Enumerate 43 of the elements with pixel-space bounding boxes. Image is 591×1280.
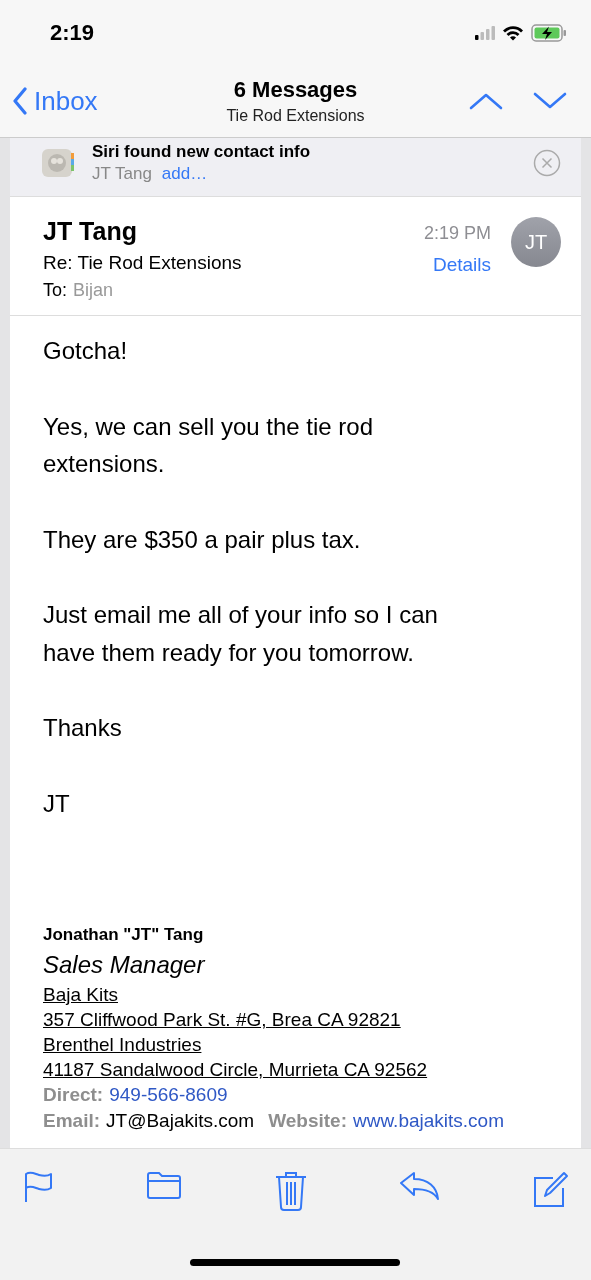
to-label: To: [43,280,67,301]
back-button[interactable]: Inbox [12,85,98,117]
recipient-name: Bijan [73,280,114,301]
address-line: 41187 Sandalwood Circle, Murrieta CA 92562 [43,1058,428,1082]
address-line: 357 Cliffwood Park St. #G, Brea CA 92821 [43,1008,401,1032]
banner-title: Siri found new contact info [92,142,312,162]
sender-name: JT Tang [43,217,138,246]
folder-icon[interactable] [147,1171,182,1199]
message-time: 2:19 PM [423,223,491,244]
signal-icon [475,25,495,40]
avatar: JT [511,217,561,267]
flag-icon[interactable] [24,1171,54,1203]
body-paragraph: Just email me all of your info so I can have them ready for you tomorrow. [43,600,439,668]
contacts-icon [42,149,74,177]
close-icon[interactable] [533,149,561,177]
status-time: 2:19 [50,19,95,46]
body-paragraph: They are $350 a pair plus tax. [43,524,362,555]
contact-link[interactable]: 949-566-8609 [109,1082,228,1108]
back-chevron-icon [12,87,28,115]
contact-name: JT Tang [92,164,152,184]
message-subject: Re: Tie Rod Extensions [43,252,243,274]
nav-subtitle: Tie Rod Extensions [226,107,365,125]
nav-title: 6 Messages [233,77,358,103]
signature-name: Jonathan "JT" Tang [43,924,204,946]
body-paragraph: JT [43,788,71,819]
trash-icon[interactable] [274,1171,307,1211]
address-line: Baja Kits [43,983,118,1007]
body-paragraph: Thanks [43,713,123,743]
add-link[interactable]: add… [161,164,208,184]
contact-label: Website: [268,1109,347,1133]
details-link[interactable]: Details [432,254,491,276]
body-paragraph: Gotcha! [43,336,129,366]
contact-value: JT@Bajakits.com [106,1109,255,1133]
body-paragraph: Yes, we can sell you the tie rod extensions. [43,411,374,479]
compose-icon[interactable] [533,1171,569,1207]
address-line: Brenthel Industries [43,1033,202,1057]
contact-label: Direct: [43,1083,104,1107]
signature-title: Sales Manager [43,950,205,980]
contact-label: Email: [43,1109,101,1133]
battery-charging-icon [531,23,567,42]
wifi-icon [502,24,524,41]
contact-link[interactable]: www.bajakits.com [353,1108,504,1134]
reply-icon[interactable] [399,1171,440,1201]
